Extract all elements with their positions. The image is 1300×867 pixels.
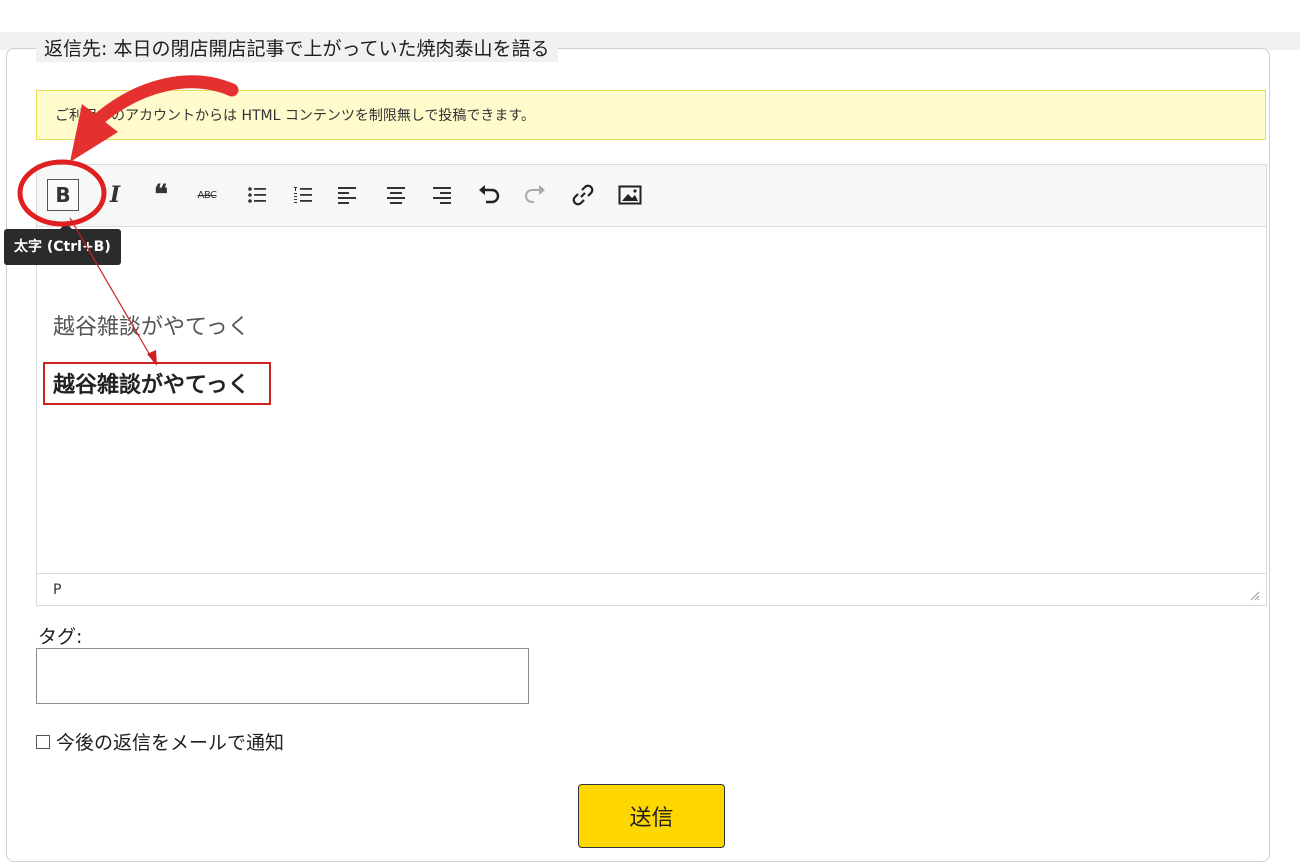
editor-statusbar: P [37,573,1266,605]
align-left-icon [338,187,356,204]
tags-input[interactable] [36,648,529,704]
html-notice: ご利用中のアカウントからは HTML コンテンツを制限無しで投稿できます。 [36,90,1266,140]
rich-text-editor: B I ❝ ABC 越谷雑談がやてっく 越谷雑談がやてっく P [36,164,1267,606]
redo-button[interactable] [519,179,551,211]
align-left-button[interactable] [331,179,363,211]
strikethrough-button[interactable]: ABC [191,179,223,211]
bulleted-list-button[interactable] [241,179,273,211]
editor-content[interactable]: 越谷雑談がやてっく 越谷雑談がやてっく [37,227,1266,575]
bold-tooltip: 太字 (Ctrl+B) [4,223,121,265]
top-band [0,0,1300,32]
notify-option: 今後の返信をメールで通知 [36,728,284,755]
link-icon [572,184,594,206]
content-line-normal: 越谷雑談がやてっく [53,315,250,340]
submit-button[interactable]: 送信 [578,784,725,848]
insert-image-button[interactable] [614,179,646,211]
element-path[interactable]: P [53,582,61,598]
numbered-list-icon [294,187,312,203]
tags-label: タグ: [38,626,83,648]
notify-checkbox[interactable] [36,734,50,749]
numbered-list-button[interactable] [287,179,319,211]
align-right-icon [433,187,451,204]
align-center-button[interactable] [380,179,412,211]
undo-button[interactable] [473,179,505,211]
italic-icon: I [109,182,121,208]
bullet-list-icon [248,187,266,203]
align-center-icon [387,187,405,204]
image-icon [618,185,642,205]
bold-icon: B [55,183,71,207]
align-right-button[interactable] [426,179,458,211]
quote-icon: ❝ [154,180,168,210]
resize-grip-icon[interactable] [1248,589,1260,601]
notify-label[interactable]: 今後の返信をメールで通知 [56,728,284,755]
blockquote-button[interactable]: ❝ [145,179,177,211]
insert-link-button[interactable] [567,179,599,211]
bold-button[interactable]: B [47,179,79,211]
italic-button[interactable]: I [99,179,131,211]
reply-to-legend: 返信先: 本日の閉店開店記事で上がっていた焼肉泰山を語る [36,36,558,62]
content-line-bold: 越谷雑談がやてっく [53,372,250,398]
undo-icon [479,185,500,204]
editor-toolbar: B I ❝ ABC [37,165,1266,227]
strikethrough-icon: ABC [197,189,217,201]
redo-icon [525,185,545,203]
